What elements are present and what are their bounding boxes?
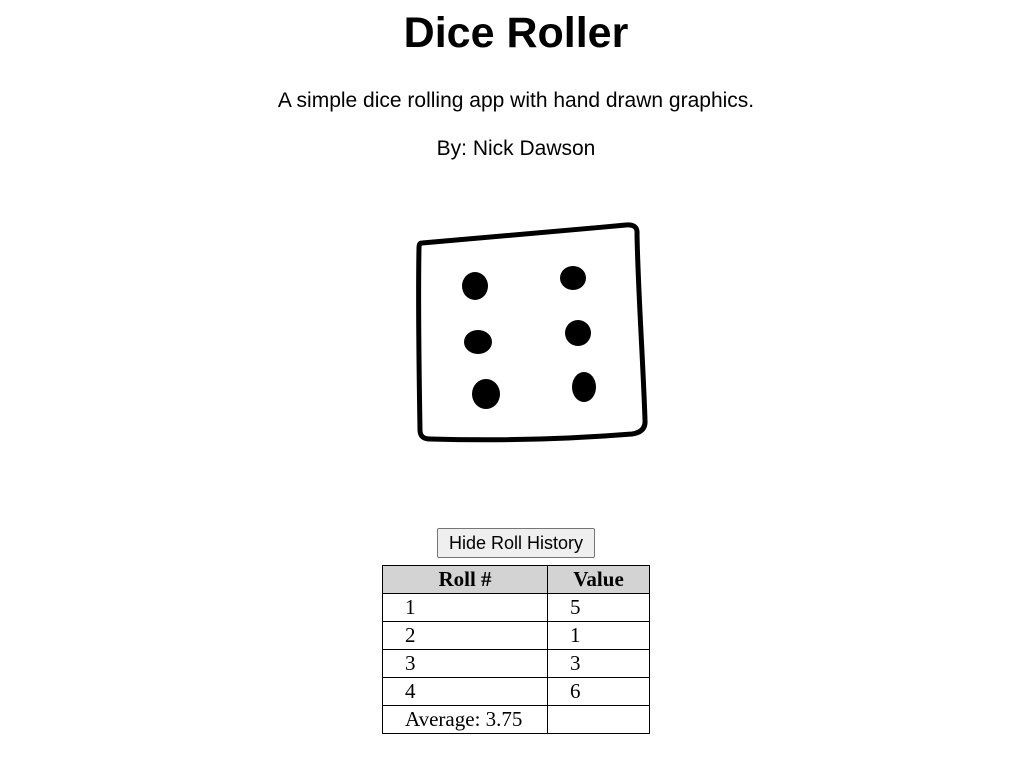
average-label-cell: Average: 3.75 <box>382 705 548 734</box>
die-pip <box>472 379 500 409</box>
die-pip <box>464 330 492 354</box>
roll-value-cell: 3 <box>546 649 651 678</box>
roll-history-table: Roll # Value 1 5 2 1 3 3 4 6 Average: 3.… <box>382 565 651 734</box>
roll-number-cell: 1 <box>382 593 548 622</box>
roll-number-cell: 3 <box>382 649 548 678</box>
average-value-cell <box>546 705 651 734</box>
author-credit: By: Nick Dawson <box>436 137 596 160</box>
page-subtitle: A simple dice rolling app with hand draw… <box>277 89 755 112</box>
roll-number-cell: 2 <box>382 621 548 650</box>
roll-value-cell: 5 <box>546 593 651 622</box>
table-row: 1 5 <box>382 593 651 622</box>
roll-value-cell: 6 <box>546 677 651 706</box>
table-row: 4 6 <box>382 677 651 706</box>
table-row: 2 1 <box>382 621 651 650</box>
hide-roll-history-button[interactable]: Hide Roll History <box>437 528 595 558</box>
roll-value-cell: 1 <box>546 621 651 650</box>
table-header-row: Roll # Value <box>382 565 651 594</box>
column-header-value: Value <box>546 565 651 594</box>
roll-number-cell: 4 <box>382 677 548 706</box>
average-row: Average: 3.75 <box>382 705 651 734</box>
column-header-roll: Roll # <box>382 565 548 594</box>
die-outline <box>416 222 648 443</box>
dice-image[interactable] <box>400 210 660 460</box>
table-row: 3 3 <box>382 649 651 678</box>
die-pip <box>462 272 488 300</box>
die-pip <box>560 266 586 290</box>
die-pip <box>572 372 596 402</box>
die-pip <box>565 320 591 346</box>
page-title: Dice Roller <box>403 9 629 57</box>
hand-drawn-die-six-icon <box>416 222 648 443</box>
